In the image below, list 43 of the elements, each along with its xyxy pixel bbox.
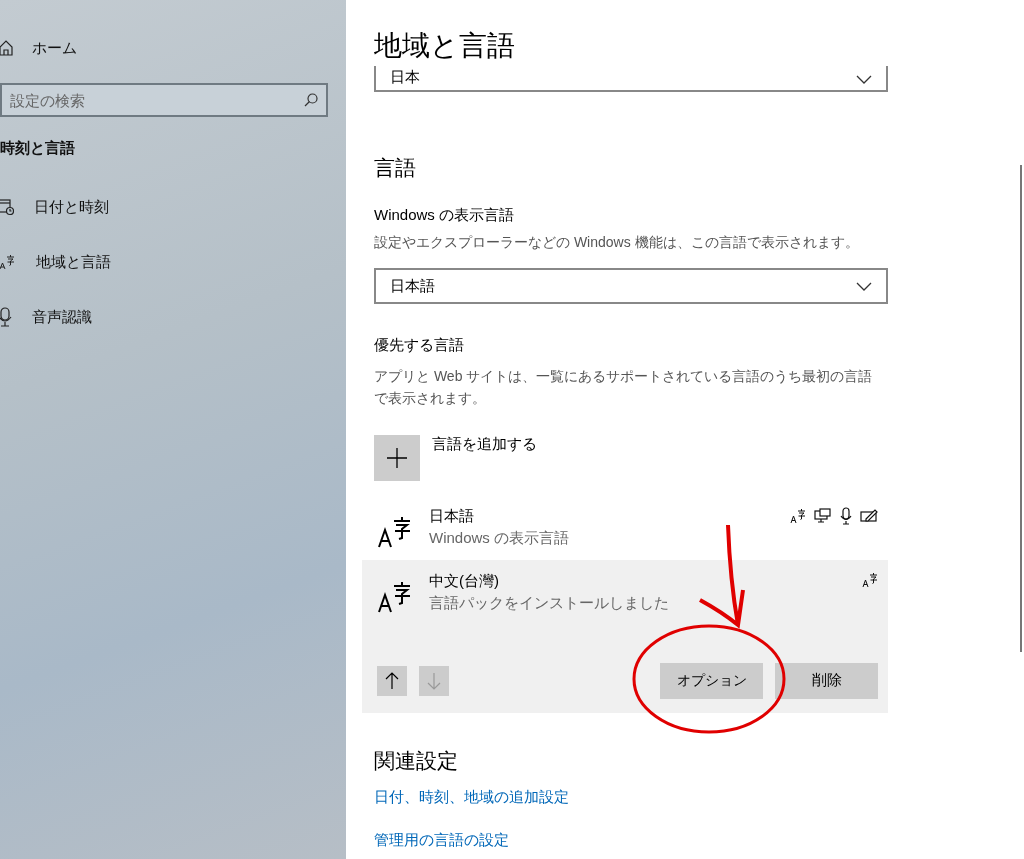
sidebar-item[interactable]: 地域と言語 [0, 234, 346, 290]
chevron-down-icon [856, 75, 872, 84]
arrow-up-icon [385, 671, 399, 690]
language-icon [0, 254, 16, 270]
plus-icon [374, 434, 420, 481]
display-language-dropdown[interactable]: 日本語 [374, 268, 888, 304]
options-button[interactable]: オプション [660, 662, 763, 699]
language-icon [790, 507, 806, 524]
language-item[interactable]: 中文(台灣) 言語パックをインストールしました オプション 削除 [362, 559, 888, 713]
arrow-down-icon [427, 671, 441, 690]
pen-icon [860, 508, 878, 523]
home-icon [0, 40, 14, 56]
home-link[interactable]: ホーム [0, 33, 346, 63]
field-label: 優先する言語 [374, 335, 465, 355]
description-text: 設定やエクスプローラーなどの Windows 機能は、この言語で表示されます。 [374, 233, 860, 252]
calendar-clock-icon [0, 198, 14, 216]
description-text: アプリと Web サイトは、一覧にあるサポートされている言語のうち最初の言語で表示されます。 [374, 366, 874, 408]
settings-link[interactable]: 管理用の言語の設定 [374, 828, 1024, 851]
page-title: 地域と言語 [374, 29, 516, 63]
language-icon [862, 571, 878, 588]
language-icon [377, 514, 411, 549]
language-icon [377, 579, 411, 614]
language-name: 中文(台灣) [429, 570, 500, 591]
remove-button[interactable]: 削除 [775, 662, 878, 699]
add-language-button[interactable]: 言語を追加する [374, 434, 1024, 481]
section-heading: 関連設定 [374, 747, 459, 774]
move-up-button[interactable] [377, 665, 407, 696]
language-name: 日本語 [429, 505, 475, 526]
language-status: 言語パックをインストールしました [429, 593, 670, 613]
microphone-icon [0, 307, 12, 327]
monitor-icon [814, 507, 832, 524]
section-title: 時刻と言語 [0, 138, 76, 158]
section-heading: 言語 [374, 155, 417, 181]
sidebar-item[interactable]: 日付と時刻 [0, 179, 346, 235]
field-label: Windows の表示言語 [374, 204, 516, 225]
region-dropdown[interactable]: 日本 [374, 66, 888, 92]
search-icon [304, 93, 318, 107]
settings-link[interactable]: 日付、時刻、地域の追加設定 [374, 786, 1024, 809]
sidebar-item[interactable]: 音声認識 [0, 289, 346, 345]
language-status: Windows の表示言語 [429, 528, 571, 548]
microphone-icon [840, 506, 852, 525]
search-field[interactable]: 設定の検索 [0, 83, 328, 117]
chevron-down-icon [856, 281, 872, 291]
